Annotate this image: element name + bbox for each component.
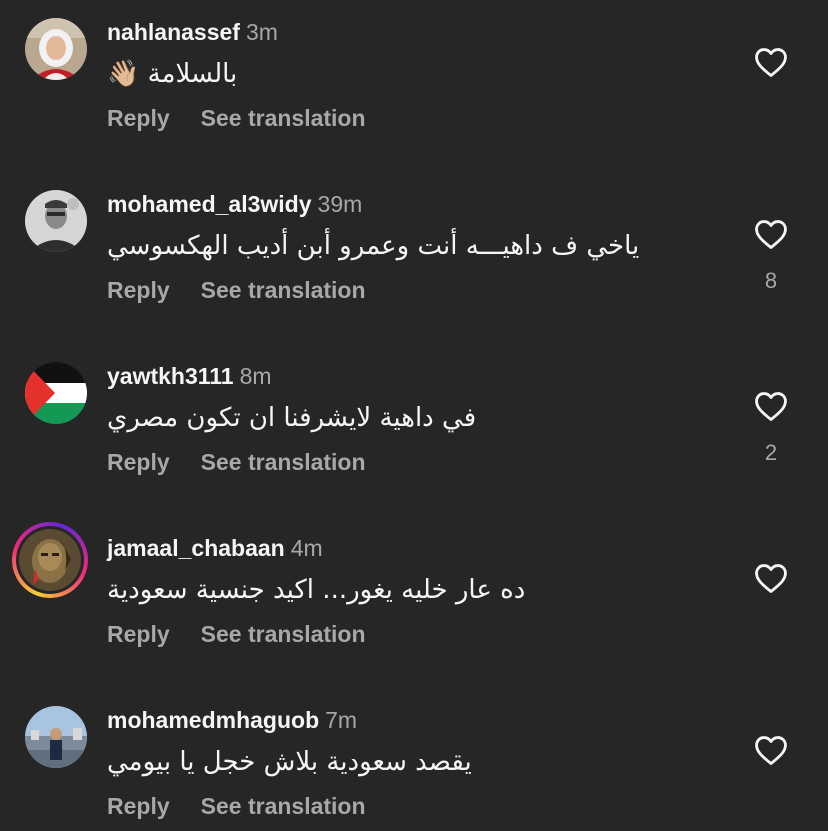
comment-actions: Reply See translation	[107, 448, 366, 476]
comment-header: yawtkh3111 8m	[107, 362, 272, 390]
timestamp: 8m	[239, 363, 272, 389]
comment-item: jamaal_chabaan 4m ده عار خليه يغور... اكي…	[0, 516, 828, 688]
reply-button[interactable]: Reply	[107, 105, 170, 131]
avatar[interactable]	[25, 190, 87, 252]
see-translation-button[interactable]: See translation	[201, 449, 366, 475]
comment-actions: Reply See translation	[107, 104, 366, 132]
comment-text: يقصد سعودية بلاش خجل يا بيومي	[107, 747, 472, 777]
username[interactable]: yawtkh3111	[107, 363, 234, 389]
avatar-story-ring[interactable]	[12, 522, 88, 598]
avatar-image	[25, 706, 87, 768]
reply-button[interactable]: Reply	[107, 621, 170, 647]
heart-outline-icon[interactable]	[754, 218, 788, 250]
username[interactable]: mohamedmhaguob	[107, 707, 319, 733]
comment-header: jamaal_chabaan 4m	[107, 534, 323, 562]
avatar-ring-gap	[16, 526, 84, 594]
like-count: 2	[764, 440, 778, 465]
see-translation-button[interactable]: See translation	[201, 105, 366, 131]
avatar-image	[19, 529, 81, 591]
comment-actions: Reply See translation	[107, 620, 366, 648]
reply-button[interactable]: Reply	[107, 793, 170, 819]
comment-item: mohamed_al3widy 39m ياخي ف داهيـــه أنت و…	[0, 172, 828, 344]
like-count: 8	[764, 268, 778, 293]
reply-button[interactable]: Reply	[107, 449, 170, 475]
comments-list: nahlanassef 3m بالسلامة 👋🏼 Reply See trans…	[0, 0, 828, 831]
comment-item: yawtkh3111 8m في داهية لايشرفنا ان تكون م…	[0, 344, 828, 516]
avatar[interactable]	[25, 706, 87, 768]
timestamp: 39m	[317, 191, 363, 217]
heart-outline-icon[interactable]	[754, 562, 788, 594]
reply-button[interactable]: Reply	[107, 277, 170, 303]
comment-actions: Reply See translation	[107, 792, 366, 820]
see-translation-button[interactable]: See translation	[201, 277, 366, 303]
see-translation-button[interactable]: See translation	[201, 621, 366, 647]
comment-item: nahlanassef 3m بالسلامة 👋🏼 Reply See trans…	[0, 0, 828, 172]
avatar[interactable]	[25, 362, 87, 424]
comment-text: ده عار خليه يغور... اكيد جنسية سعودية	[107, 575, 526, 605]
comment-text: بالسلامة 👋🏼	[107, 59, 238, 89]
heart-outline-icon[interactable]	[754, 390, 788, 422]
timestamp: 7m	[325, 707, 358, 733]
avatar	[19, 529, 81, 591]
comment-header: mohamed_al3widy 39m	[107, 190, 362, 218]
username[interactable]: nahlanassef	[107, 19, 240, 45]
avatar[interactable]	[25, 18, 87, 80]
heart-outline-icon[interactable]	[754, 46, 788, 78]
username[interactable]: jamaal_chabaan	[107, 535, 285, 561]
username[interactable]: mohamed_al3widy	[107, 191, 312, 217]
see-translation-button[interactable]: See translation	[201, 793, 366, 819]
comment-header: mohamedmhaguob 7m	[107, 706, 357, 734]
comment-item: mohamedmhaguob 7m يقصد سعودية بلاش خجل يا…	[0, 688, 828, 831]
avatar-image	[25, 190, 87, 252]
comment-header: nahlanassef 3m	[107, 18, 278, 46]
comment-actions: Reply See translation	[107, 276, 366, 304]
timestamp: 3m	[245, 19, 278, 45]
palestine-flag-avatar	[25, 362, 87, 424]
heart-outline-icon[interactable]	[754, 734, 788, 766]
timestamp: 4m	[290, 535, 323, 561]
comment-text: في داهية لايشرفنا ان تكون مصري	[107, 403, 477, 433]
avatar-image	[25, 18, 87, 80]
comment-text: ياخي ف داهيـــه أنت وعمرو أبن أديب الهكس…	[107, 231, 640, 261]
